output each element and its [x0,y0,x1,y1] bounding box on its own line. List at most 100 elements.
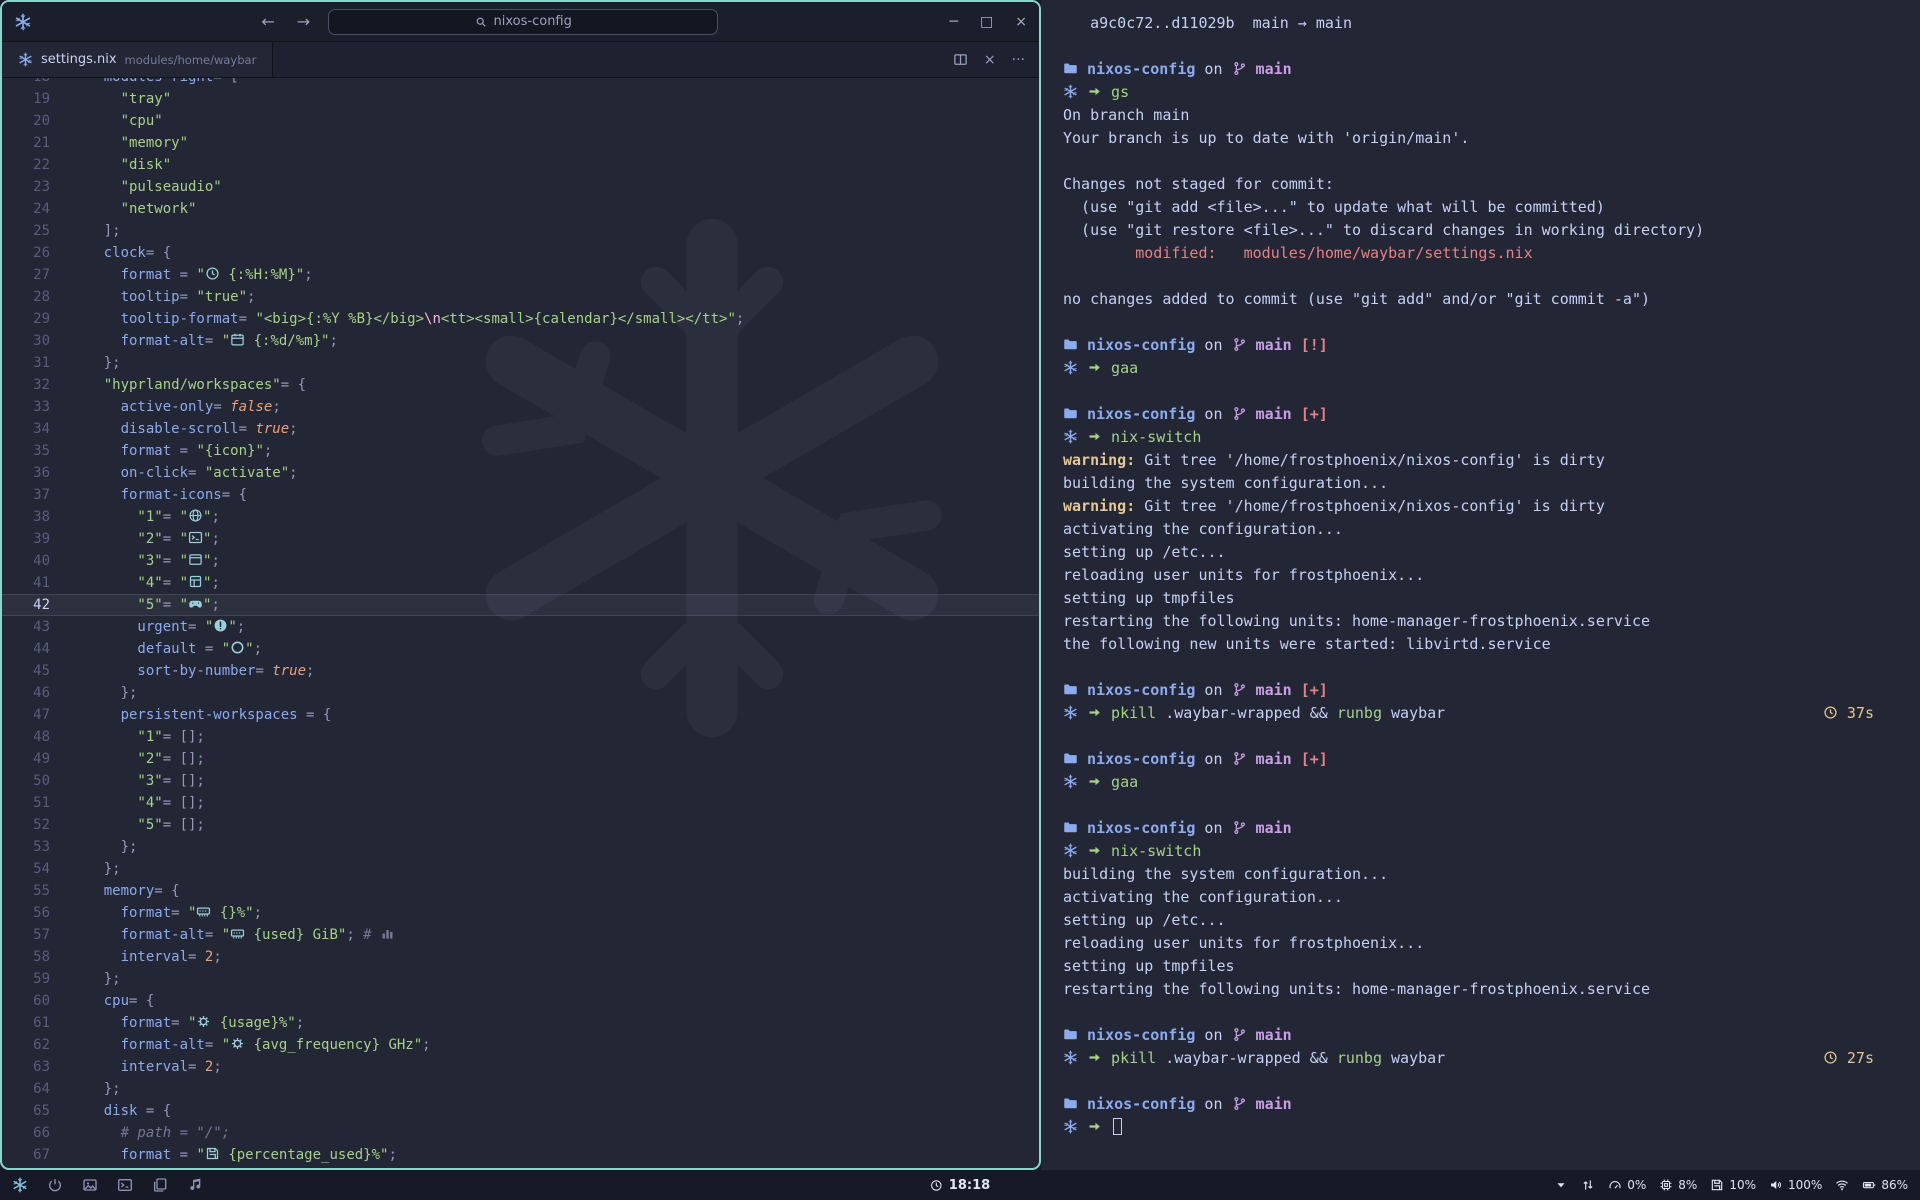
code-line[interactable]: 39 "2"= ""; [2,528,1039,550]
line-number[interactable]: 64 [2,1078,50,1100]
line-number[interactable]: 27 [2,264,50,286]
code-line[interactable]: 28 tooltip= "true"; [2,286,1039,308]
line-number[interactable]: 28 [2,286,50,308]
code-line[interactable]: 25 ]; [2,220,1039,242]
line-number[interactable]: 30 [2,330,50,352]
tray-cpu[interactable]: 0% [1608,1178,1646,1192]
code-line[interactable]: 45 sort-by-number= true; [2,660,1039,682]
line-number[interactable]: 47 [2,704,50,726]
screenshot-button[interactable] [82,1177,98,1193]
code-line[interactable]: 43 urgent= ""; [2,616,1039,638]
line-number[interactable]: 32 [2,374,50,396]
line-number[interactable]: 36 [2,462,50,484]
code-line[interactable]: 33 active-only= false; [2,396,1039,418]
line-number[interactable]: 20 [2,110,50,132]
line-number[interactable]: 48 [2,726,50,748]
nixos-menu-button[interactable] [12,1177,28,1193]
code-line[interactable]: 55 memory= { [2,880,1039,902]
close-button[interactable]: × [1015,14,1027,30]
line-number[interactable]: 44 [2,638,50,660]
line-number[interactable]: 57 [2,924,50,946]
line-number[interactable]: 53 [2,836,50,858]
tray-volume[interactable]: 100% [1769,1178,1822,1192]
code-line[interactable]: 38 "1"= ""; [2,506,1039,528]
command-center-search[interactable]: nixos-config [328,9,718,35]
code-line[interactable]: 22 "disk" [2,154,1039,176]
code-line[interactable]: 32 "hyprland/workspaces"= { [2,374,1039,396]
line-number[interactable]: 51 [2,792,50,814]
code-line[interactable]: 34 disable-scroll= true; [2,418,1039,440]
code-line[interactable]: 19 "tray" [2,88,1039,110]
line-number[interactable]: 63 [2,1056,50,1078]
tray-battery[interactable]: 86% [1862,1178,1908,1192]
code-line[interactable]: 21 "memory" [2,132,1039,154]
minimize-button[interactable]: ─ [950,14,958,30]
code-line[interactable]: 51 "4"= []; [2,792,1039,814]
terminal-button[interactable] [117,1177,133,1193]
clock-widget[interactable]: 18:18 [930,1178,990,1193]
code-line[interactable]: 27 format = " {:%H:%M}"; [2,264,1039,286]
code-line[interactable]: 59 }; [2,968,1039,990]
line-number[interactable]: 40 [2,550,50,572]
code-line[interactable]: 26 clock= { [2,242,1039,264]
line-number[interactable]: 42 [2,594,50,616]
nav-back-button[interactable]: ← [257,12,278,31]
code-editor[interactable]: 18 modules-right= [19 "tray"20 "cpu"21 "… [2,78,1039,1168]
line-number[interactable]: 37 [2,484,50,506]
terminal[interactable]: a9c0c72..d11029b main → main nixos-confi… [1041,0,1920,1170]
code-line[interactable]: 23 "pulseaudio" [2,176,1039,198]
line-number[interactable]: 21 [2,132,50,154]
line-number[interactable]: 50 [2,770,50,792]
line-number[interactable]: 22 [2,154,50,176]
music-button[interactable] [187,1177,203,1193]
tray-network-activity[interactable] [1581,1178,1595,1192]
line-number[interactable]: 59 [2,968,50,990]
tray-disk[interactable]: 10% [1710,1178,1756,1192]
line-number[interactable]: 58 [2,946,50,968]
code-line[interactable]: 37 format-icons= { [2,484,1039,506]
line-number[interactable]: 41 [2,572,50,594]
code-line[interactable]: 61 format= " {usage}%"; [2,1012,1039,1034]
code-line[interactable]: 48 "1"= []; [2,726,1039,748]
code-line[interactable]: 44 default = ""; [2,638,1039,660]
line-number[interactable]: 67 [2,1144,50,1166]
line-number[interactable]: 62 [2,1034,50,1056]
nav-forward-button[interactable]: → [293,12,314,31]
code-line[interactable]: 24 "network" [2,198,1039,220]
line-number[interactable]: 24 [2,198,50,220]
code-line[interactable]: 20 "cpu" [2,110,1039,132]
code-line[interactable]: 66 # path = "/"; [2,1122,1039,1144]
code-line[interactable]: 41 "4"= ""; [2,572,1039,594]
line-number[interactable]: 45 [2,660,50,682]
code-line[interactable]: 52 "5"= []; [2,814,1039,836]
line-number[interactable]: 25 [2,220,50,242]
code-line[interactable]: 29 tooltip-format= "<big>{:%Y %B}</big>\… [2,308,1039,330]
line-number[interactable]: 33 [2,396,50,418]
code-line[interactable]: 65 disk = { [2,1100,1039,1122]
code-line[interactable]: 57 format-alt= " {used} GiB"; # [2,924,1039,946]
line-number[interactable]: 38 [2,506,50,528]
code-line[interactable]: 30 format-alt= " {:%d/%m}"; [2,330,1039,352]
code-line[interactable]: 50 "3"= []; [2,770,1039,792]
line-number[interactable]: 23 [2,176,50,198]
line-number[interactable]: 68 [2,1166,50,1168]
line-number[interactable]: 34 [2,418,50,440]
tray-wifi[interactable] [1835,1178,1849,1192]
code-line[interactable]: 31 }; [2,352,1039,374]
line-number[interactable]: 66 [2,1122,50,1144]
titlebar[interactable]: ← → nixos-config ─ □ × [2,2,1039,42]
code-line[interactable]: 36 on-click= "activate"; [2,462,1039,484]
code-line[interactable]: 35 format = "{icon}"; [2,440,1039,462]
tab-settings-nix[interactable]: settings.nix modules/home/waybar [2,42,273,77]
power-button[interactable] [47,1177,63,1193]
code-line[interactable]: 53 }; [2,836,1039,858]
code-line[interactable]: 56 format= " {}%"; [2,902,1039,924]
code-line[interactable]: 58 interval= 2; [2,946,1039,968]
line-number[interactable]: 56 [2,902,50,924]
line-number[interactable]: 26 [2,242,50,264]
close-editor-button[interactable]: × [984,52,996,68]
line-number[interactable]: 52 [2,814,50,836]
line-number[interactable]: 18 [2,78,50,88]
tray-memory[interactable]: 8% [1659,1178,1697,1192]
code-line[interactable]: 63 interval= 2; [2,1056,1039,1078]
